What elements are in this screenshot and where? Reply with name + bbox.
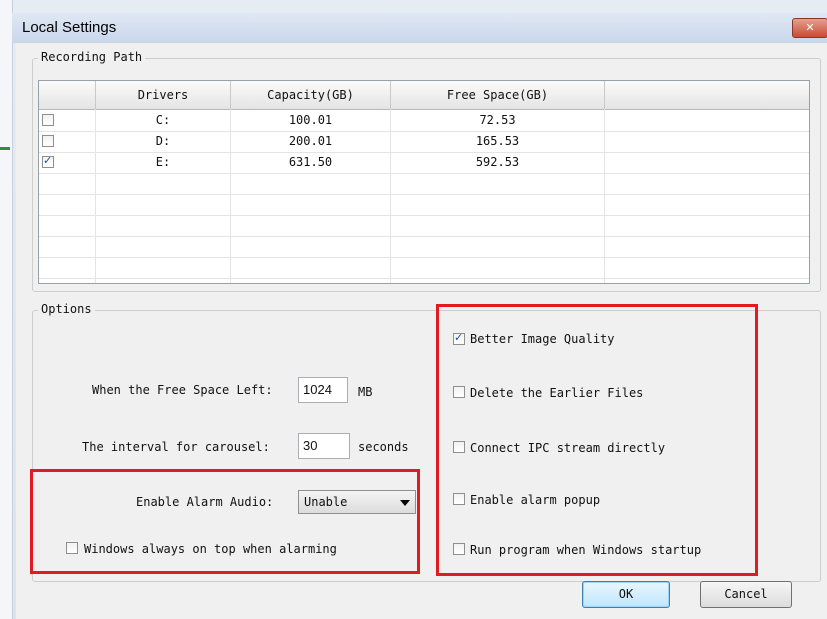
free-space-cell: 72.53 (479, 113, 516, 127)
header-drivers[interactable]: Drivers (96, 81, 231, 109)
free-space-cell: 165.53 (475, 134, 520, 148)
ok-button[interactable]: OK (582, 581, 670, 608)
capacity-cell: 200.01 (288, 134, 333, 148)
drive-checkbox[interactable] (42, 135, 54, 147)
driver-cell: E: (155, 155, 171, 169)
window-title: Local Settings (22, 19, 117, 36)
empty-row (39, 236, 809, 258)
recording-path-label: Recording Path (38, 50, 146, 64)
header-checkbox-column (39, 81, 96, 109)
driver-cell: C: (155, 113, 171, 127)
close-button[interactable]: ✕ (792, 18, 827, 38)
background-window-edge (0, 0, 13, 619)
title-bar[interactable] (12, 13, 827, 43)
empty-row (39, 257, 809, 279)
drivers-table: Drivers Capacity(GB) Free Space(GB) C: 1… (38, 80, 810, 284)
cancel-button[interactable]: Cancel (700, 581, 792, 608)
capacity-cell: 631.50 (288, 155, 333, 169)
table-header: Drivers Capacity(GB) Free Space(GB) (39, 81, 809, 110)
empty-row (39, 173, 809, 195)
options-label: Options (38, 302, 95, 316)
free-space-label: When the Free Space Left: (92, 383, 273, 397)
close-icon: ✕ (805, 21, 815, 34)
drive-checkbox[interactable] (42, 154, 54, 168)
carousel-unit: seconds (358, 440, 409, 454)
header-free-space[interactable]: Free Space(GB) (391, 81, 605, 109)
free-space-unit: MB (358, 385, 373, 399)
drive-checkbox[interactable] (42, 114, 54, 126)
driver-cell: D: (155, 134, 171, 148)
free-space-cell: 592.53 (475, 155, 520, 169)
carousel-label: The interval for carousel: (82, 440, 270, 454)
empty-row (39, 194, 809, 216)
highlight-box-left (30, 469, 420, 574)
table-row[interactable]: D: 200.01 165.53 (39, 131, 809, 153)
empty-row (39, 215, 809, 237)
carousel-input[interactable]: 30 (298, 433, 350, 459)
header-capacity[interactable]: Capacity(GB) (231, 81, 391, 109)
free-space-input[interactable]: 1024 (298, 377, 348, 403)
local-settings-dialog: Local Settings ✕ Recording Path Drivers … (0, 0, 827, 619)
table-row[interactable]: C: 100.01 72.53 (39, 110, 809, 132)
table-row[interactable]: E: 631.50 592.53 (39, 152, 809, 174)
highlight-box-right (436, 304, 758, 576)
capacity-cell: 100.01 (288, 113, 333, 127)
background-accent (0, 147, 10, 150)
